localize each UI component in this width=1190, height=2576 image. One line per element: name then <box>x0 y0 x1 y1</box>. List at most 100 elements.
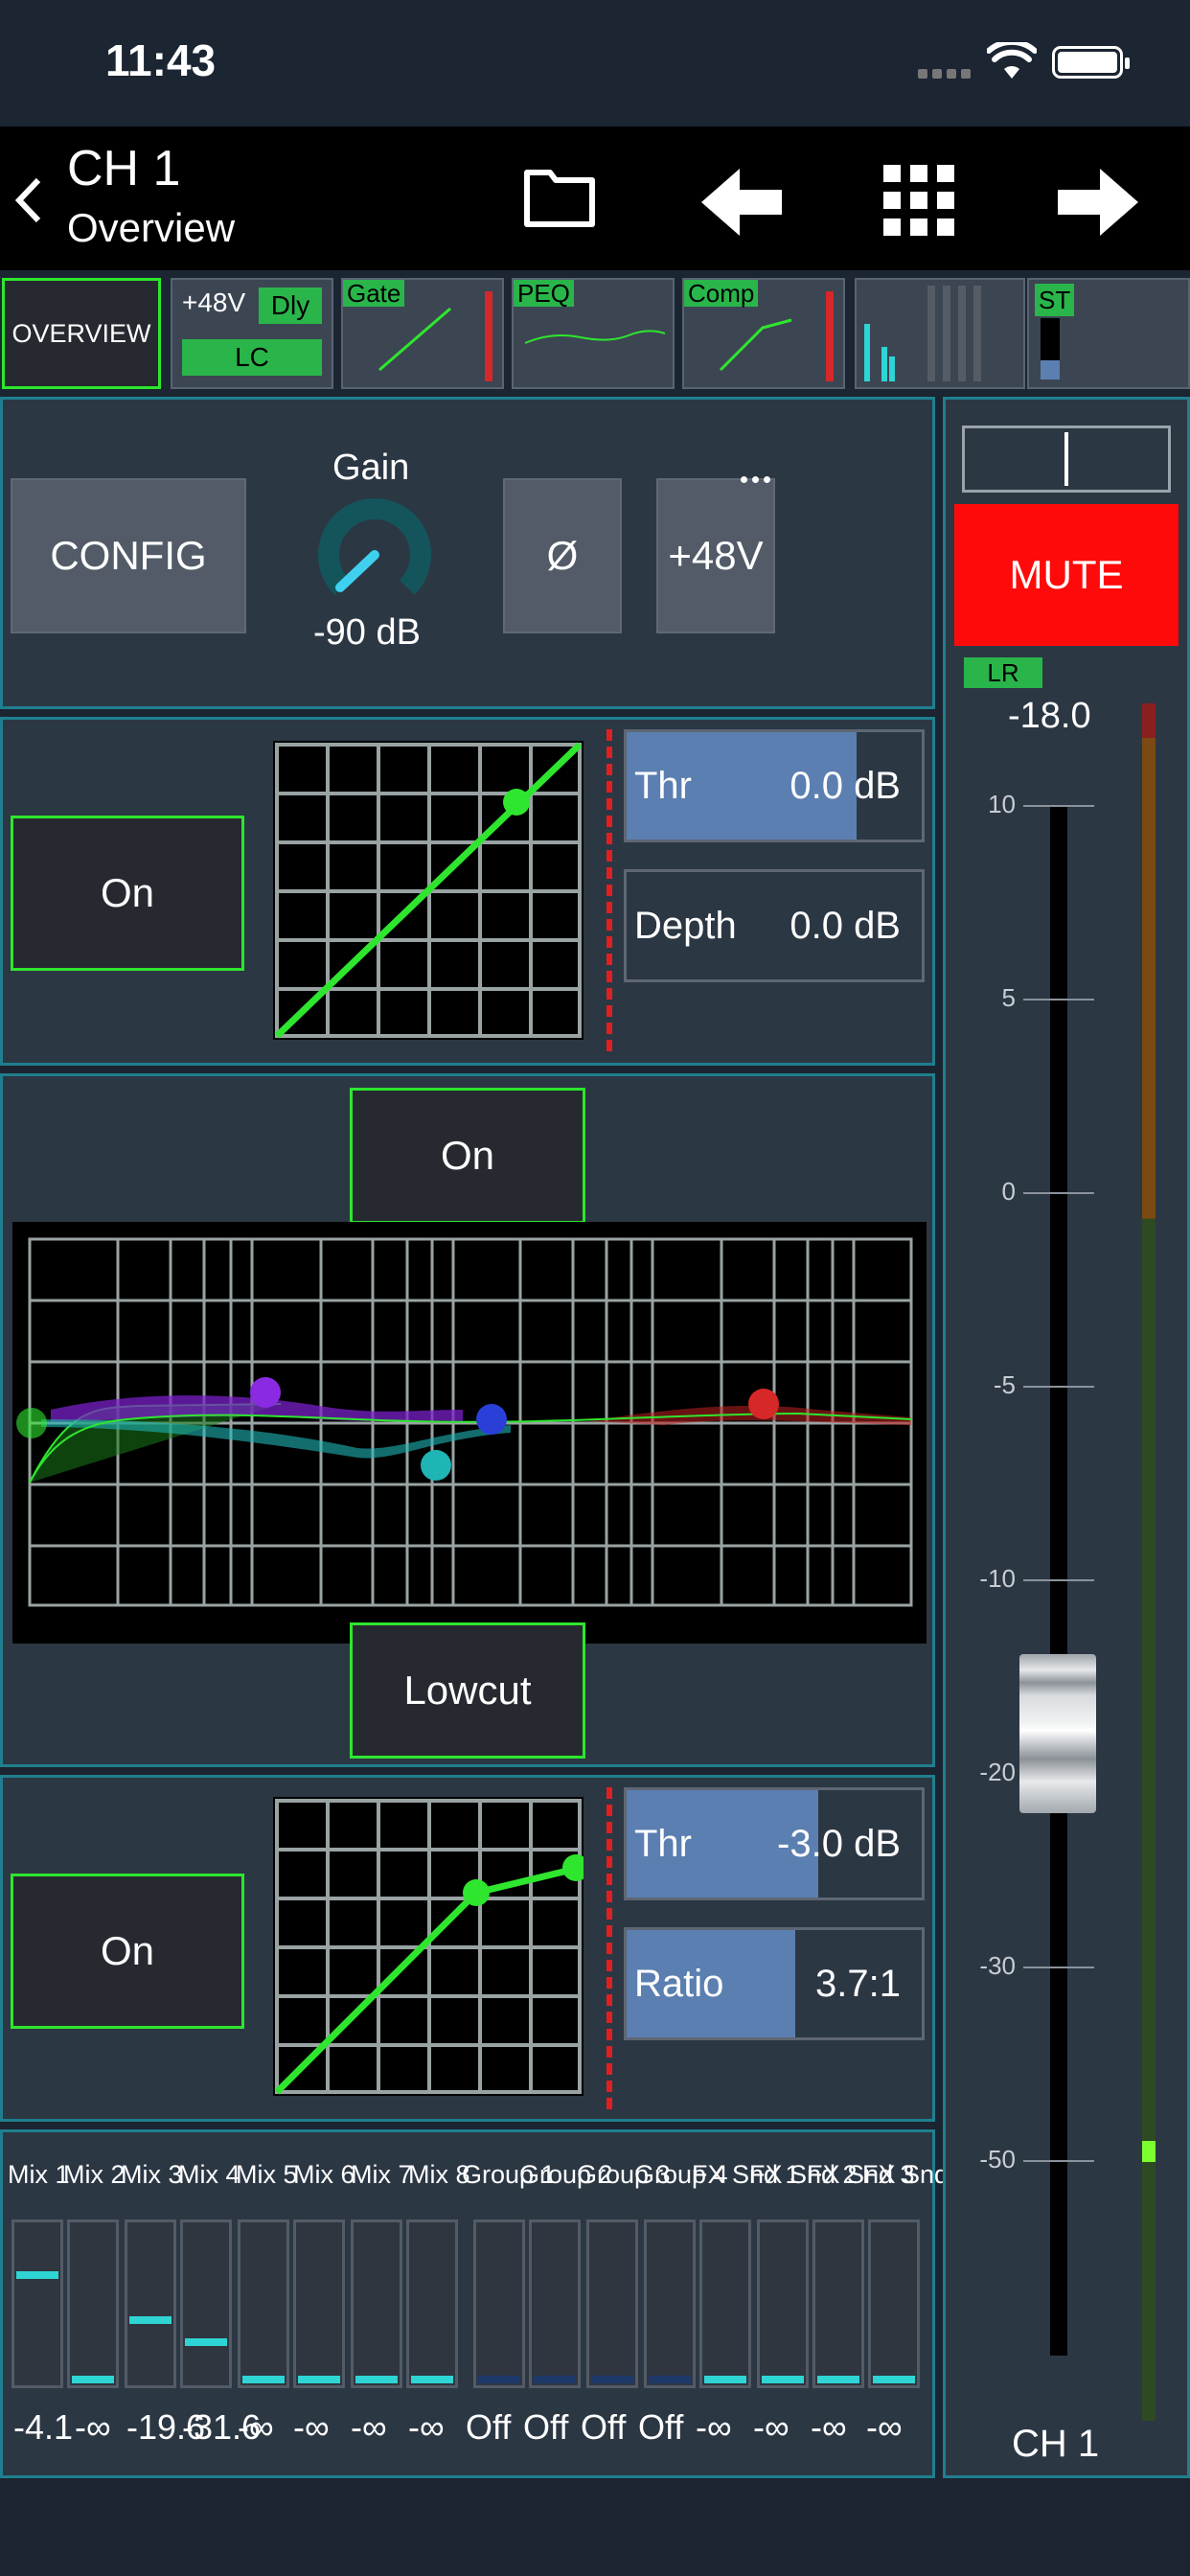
tab-stereo[interactable]: ST <box>1027 278 1190 389</box>
navigation-bar: CH 1 Overview <box>0 126 1190 270</box>
tab-comp[interactable]: Comp <box>682 278 845 389</box>
comp-mini-graph <box>719 318 792 372</box>
send-level-marker <box>762 2376 804 2383</box>
tab-preamp[interactable]: +48V Dly LC <box>171 278 333 389</box>
battery-icon <box>1052 46 1130 79</box>
tab-stereo-label: ST <box>1035 284 1075 316</box>
send-level-slot[interactable] <box>406 2220 458 2388</box>
arrow-right-icon[interactable] <box>1058 169 1138 236</box>
send-level-marker <box>355 2376 398 2383</box>
fader-scale-label: -10 <box>979 1564 1016 1593</box>
mute-button[interactable]: MUTE <box>954 504 1179 646</box>
lr-assign-badge[interactable]: LR <box>964 657 1042 688</box>
send-level-marker <box>873 2376 915 2383</box>
tab-overview[interactable]: OVERVIEW <box>2 278 161 389</box>
send-value: -∞ <box>811 2407 847 2447</box>
send-value: -∞ <box>351 2407 387 2447</box>
send-level-marker <box>704 2376 746 2383</box>
send-level-slot[interactable] <box>644 2220 696 2388</box>
fader-scale-label: -20 <box>979 1758 1016 1786</box>
channel-title: CH 1 <box>67 141 181 196</box>
comp-threshold-control[interactable]: Thr -3.0 dB <box>624 1787 925 1900</box>
config-button[interactable]: CONFIG <box>11 478 246 633</box>
eq-on-button[interactable]: On <box>350 1088 585 1224</box>
send-value: Off <box>638 2407 684 2447</box>
peq-mini-graph <box>524 330 666 344</box>
send-level-slot[interactable] <box>529 2220 581 2388</box>
send-label: Mix 7 <box>351 2160 413 2189</box>
send-level-slot[interactable] <box>586 2220 638 2388</box>
gate-mini-meter <box>485 291 492 381</box>
tab-phantom-label: +48V <box>182 288 246 317</box>
lowcut-button[interactable]: Lowcut <box>350 1622 585 1759</box>
send-level-marker <box>242 2376 285 2383</box>
gate-mini-graph <box>378 307 451 372</box>
fader-scale-tick <box>1023 805 1094 807</box>
send-level-marker <box>649 2376 691 2383</box>
gate-threshold-value: 0.0 dB <box>790 764 901 807</box>
gate-on-button[interactable]: On <box>11 816 244 971</box>
send-level-slot[interactable] <box>11 2220 63 2388</box>
tab-peq[interactable]: PEQ <box>512 278 675 389</box>
arrow-left-icon[interactable] <box>701 169 782 236</box>
send-level-slot[interactable] <box>868 2220 920 2388</box>
folder-icon[interactable] <box>523 165 596 228</box>
gate-graph[interactable] <box>273 741 584 1040</box>
fader-channel-label: CH 1 <box>1012 2423 1100 2465</box>
tab-peq-label: PEQ <box>514 280 574 307</box>
send-level-slot[interactable] <box>699 2220 751 2388</box>
fader-scale-tick <box>1023 1386 1094 1388</box>
gate-depth-value: 0.0 dB <box>790 904 901 947</box>
tab-gate[interactable]: Gate <box>341 278 504 389</box>
send-level-slot[interactable] <box>67 2220 119 2388</box>
tab-delay-badge: Dly <box>259 288 322 324</box>
send-level-marker <box>591 2376 633 2383</box>
eq-graph[interactable] <box>12 1222 927 1644</box>
send-level-slot[interactable] <box>180 2220 232 2388</box>
view-subtitle: Overview <box>67 205 236 250</box>
send-level-slot[interactable] <box>812 2220 864 2388</box>
tab-sends[interactable] <box>855 278 1025 389</box>
wifi-icon <box>987 42 1037 79</box>
ellipsis-icon[interactable] <box>741 476 771 486</box>
send-label: Mix 5 <box>236 2160 298 2189</box>
comp-graph[interactable] <box>273 1797 589 2096</box>
fader-cap[interactable] <box>1019 1654 1096 1813</box>
tab-overview-label: OVERVIEW <box>11 318 151 348</box>
fader-scale-tick <box>1023 1579 1094 1581</box>
comp-on-button[interactable]: On <box>11 1874 244 2029</box>
send-value: -∞ <box>75 2407 111 2447</box>
send-value: -∞ <box>408 2407 445 2447</box>
send-level-marker <box>16 2271 58 2280</box>
gate-depth-control[interactable]: Depth 0.0 dB <box>624 869 925 982</box>
tab-lowcut-badge: LC <box>182 339 322 376</box>
gain-knob[interactable] <box>315 495 434 614</box>
send-value: -∞ <box>293 2407 330 2447</box>
send-level-slot[interactable] <box>293 2220 345 2388</box>
send-value: -∞ <box>866 2407 903 2447</box>
grid-menu-icon[interactable] <box>883 165 954 236</box>
pan-control[interactable] <box>962 426 1171 493</box>
back-chevron-icon[interactable] <box>11 176 44 224</box>
send-value: -∞ <box>753 2407 790 2447</box>
comp-ratio-control[interactable]: Ratio 3.7:1 <box>624 1927 925 2040</box>
phantom-power-button[interactable]: +48V <box>656 478 775 633</box>
send-value: -∞ <box>696 2407 732 2447</box>
send-level-slot[interactable] <box>473 2220 525 2388</box>
send-level-slot[interactable] <box>238 2220 289 2388</box>
send-level-marker <box>817 2376 859 2383</box>
gate-threshold-control[interactable]: Thr 0.0 dB <box>624 729 925 842</box>
channel-level-meter <box>1142 703 1156 2421</box>
compressor-panel: On Thr -3.0 dB Ratio 3.7:1 <box>0 1775 935 2122</box>
phase-invert-button[interactable]: Ø <box>503 478 622 633</box>
gate-panel: On Thr 0.0 dB Depth 0.0 dB <box>0 717 935 1066</box>
comp-threshold-label: Thr <box>634 1822 692 1865</box>
comp-ratio-value: 3.7:1 <box>815 1962 901 2005</box>
send-label: Mix 8 <box>408 2160 470 2189</box>
fader-scale-label: 0 <box>1001 1177 1016 1206</box>
send-label: Mix 6 <box>293 2160 355 2189</box>
send-level-marker <box>534 2376 576 2383</box>
send-level-slot[interactable] <box>125 2220 176 2388</box>
send-level-slot[interactable] <box>351 2220 402 2388</box>
send-level-slot[interactable] <box>757 2220 809 2388</box>
